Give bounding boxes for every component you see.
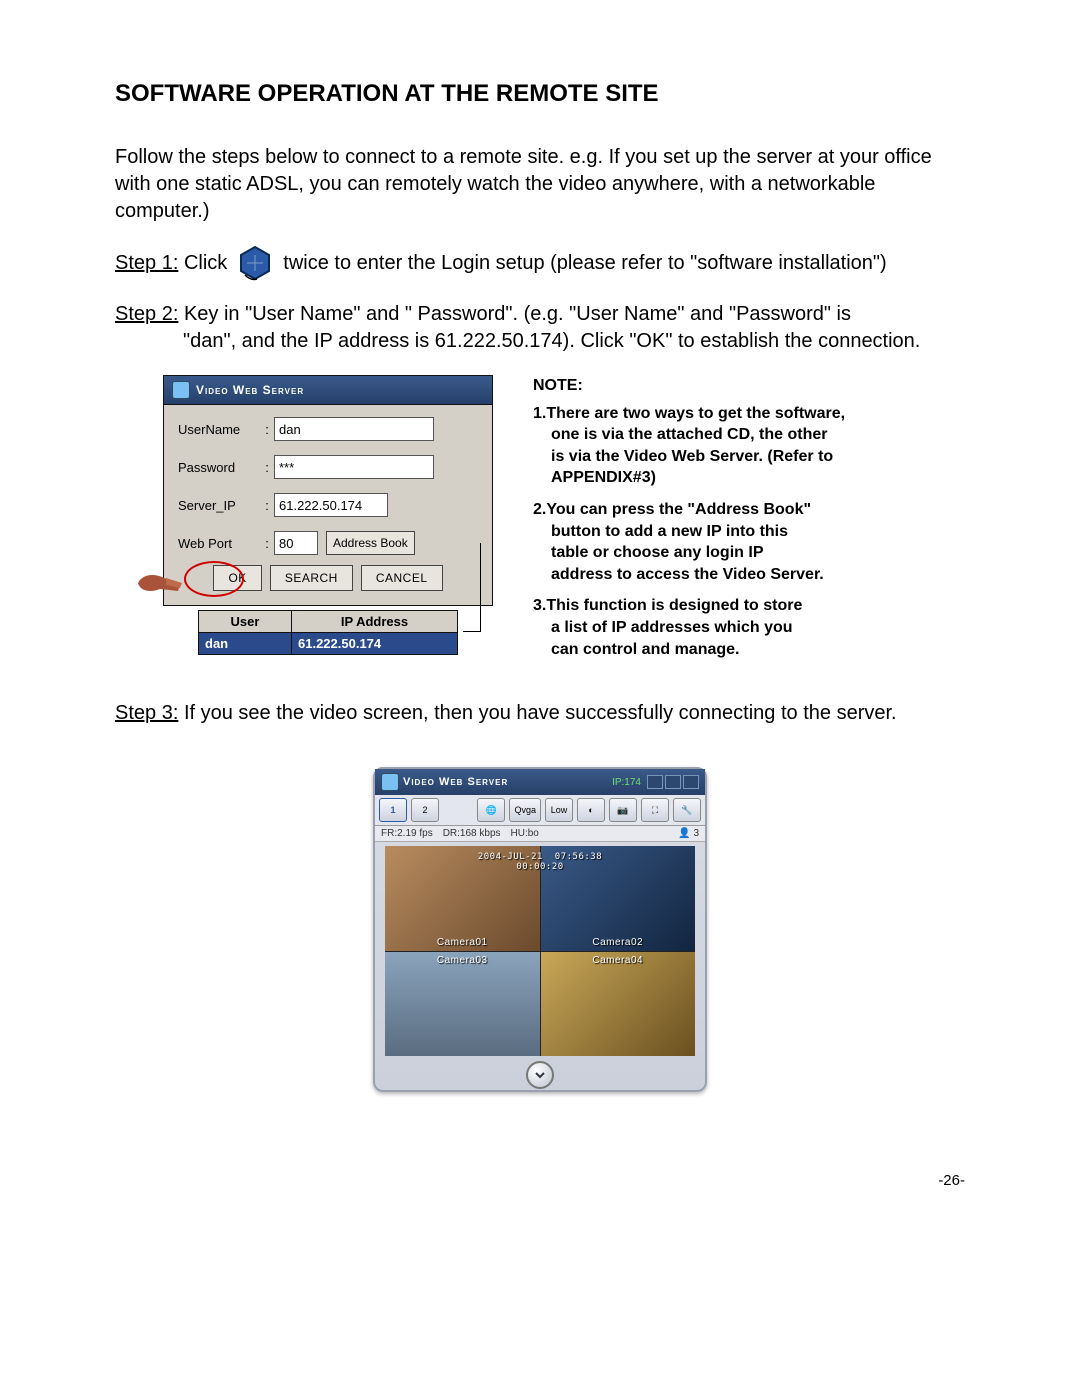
note-2-b: table or choose any login IP (533, 542, 845, 564)
step-2-line2: "dan", and the IP address is 61.222.50.1… (183, 328, 965, 355)
note-box: NOTE: 1.There are two ways to get the so… (533, 375, 845, 670)
note-title: NOTE: (533, 375, 845, 397)
note-1-a: one is via the attached CD, the other (533, 424, 845, 446)
note-3-b: can control and manage. (533, 639, 845, 661)
login-title: Video Web Server (196, 383, 304, 397)
snapshot-icon[interactable]: 📷 (609, 798, 637, 822)
video-timestamp: 2004-JUL-21 07:56:38 00:00:20 (375, 852, 705, 872)
address-book-button[interactable]: Address Book (326, 531, 415, 555)
serverip-input[interactable] (274, 493, 388, 517)
close-button[interactable] (683, 775, 699, 789)
step-2: Step 2: Key in "User Name" and " Passwor… (115, 301, 965, 355)
viewer-window: Video Web Server IP:174 1 2 🌐 Qvga Low ◐… (373, 767, 707, 1092)
app-launch-icon (237, 245, 273, 281)
camera-3[interactable]: Camera03 (385, 952, 540, 1057)
viewer-toolbar: 1 2 🌐 Qvga Low ◐ 📷 ⛶ 🔧 (375, 795, 705, 826)
note-1-c: APPENDIX#3) (533, 467, 845, 489)
note-2-a: button to add a new IP into this (533, 521, 845, 543)
note-2-head: 2.You can press the "Address Book" (533, 499, 845, 521)
status-dr: DR:168 kbps (443, 828, 501, 839)
step-1-label: Step 1: (115, 252, 178, 274)
camera-grid: Camera01 Camera02 Camera03 Camera04 (385, 846, 695, 1056)
maximize-button[interactable] (665, 775, 681, 789)
webport-input[interactable] (274, 531, 318, 555)
username-input[interactable] (274, 417, 434, 441)
note-2-c: address to access the Video Server. (533, 564, 845, 586)
address-book-table: User IP Address dan 61.222.50.174 (198, 610, 458, 655)
cell-ip: 61.222.50.174 (292, 633, 458, 655)
step-1-before: Click (178, 252, 227, 274)
camera-4[interactable]: Camera04 (541, 952, 696, 1057)
status-fr: FR:2.19 fps (381, 828, 433, 839)
settings-icon[interactable]: 🔧 (673, 798, 701, 822)
password-input[interactable] (274, 455, 434, 479)
intro-text: Follow the steps below to connect to a r… (115, 144, 965, 225)
page-heading: SOFTWARE OPERATION AT THE REMOTE SITE (115, 80, 965, 108)
viewer-titlebar: Video Web Server IP:174 (375, 769, 705, 795)
login-dialog: Video Web Server UserName : Password : S… (163, 375, 493, 655)
table-row[interactable]: dan 61.222.50.174 (199, 633, 458, 655)
expand-down-button[interactable] (526, 1061, 554, 1089)
webport-label: Web Port (178, 536, 260, 551)
search-button[interactable]: SEARCH (270, 565, 353, 591)
view-2-button[interactable]: 2 (411, 798, 439, 822)
fullscreen-icon[interactable]: ⛶ (641, 798, 669, 822)
step-2-label: Step 2: (115, 303, 178, 325)
serverip-label: Server_IP (178, 498, 260, 513)
step-2-line1: Key in "User Name" and " Password". (e.g… (178, 303, 851, 325)
step-1: Step 1: Click twice to enter the Login s… (115, 245, 965, 281)
browser-icon[interactable]: 🌐 (477, 798, 505, 822)
note-3-head: 3.This function is designed to store (533, 595, 845, 617)
step-1-after: twice to enter the Login setup (please r… (283, 250, 886, 277)
password-label: Password (178, 460, 260, 475)
status-hu: HU:bo (511, 828, 539, 839)
login-titlebar: Video Web Server (163, 375, 493, 405)
step-3-label: Step 3: (115, 702, 178, 724)
page-number: -26- (115, 1172, 965, 1189)
note-3-a: a list of IP addresses which you (533, 617, 845, 639)
table-header-user: User (199, 611, 292, 633)
viewer-ip-tag: IP:174 (612, 777, 641, 788)
viewer-footer (375, 1060, 705, 1090)
connector-line (480, 543, 481, 631)
viewer-statusbar: FR:2.19 fps DR:168 kbps HU:bo 👤 3 (375, 826, 705, 842)
contrast-icon[interactable]: ◐ (577, 798, 605, 822)
app-icon (381, 773, 399, 791)
minimize-button[interactable] (647, 775, 663, 789)
note-1-b: is via the Video Web Server. (Refer to (533, 446, 845, 468)
step-3-text: If you see the video screen, then you ha… (178, 702, 896, 724)
note-1-head: 1.There are two ways to get the software… (533, 403, 845, 425)
cancel-button[interactable]: CANCEL (361, 565, 443, 591)
ok-highlight-ring (184, 561, 244, 597)
cell-user: dan (199, 633, 292, 655)
view-1-button[interactable]: 1 (379, 798, 407, 822)
step-3: Step 3: If you see the video screen, the… (115, 700, 965, 727)
username-label: UserName (178, 422, 260, 437)
pointing-hand-icon (136, 563, 186, 599)
qvga-button[interactable]: Qvga (509, 798, 541, 822)
table-header-ip: IP Address (292, 611, 458, 633)
status-users: 3 (693, 828, 699, 839)
app-icon (172, 381, 190, 399)
viewer-title-text: Video Web Server (403, 776, 508, 788)
quality-low-button[interactable]: Low (545, 798, 573, 822)
